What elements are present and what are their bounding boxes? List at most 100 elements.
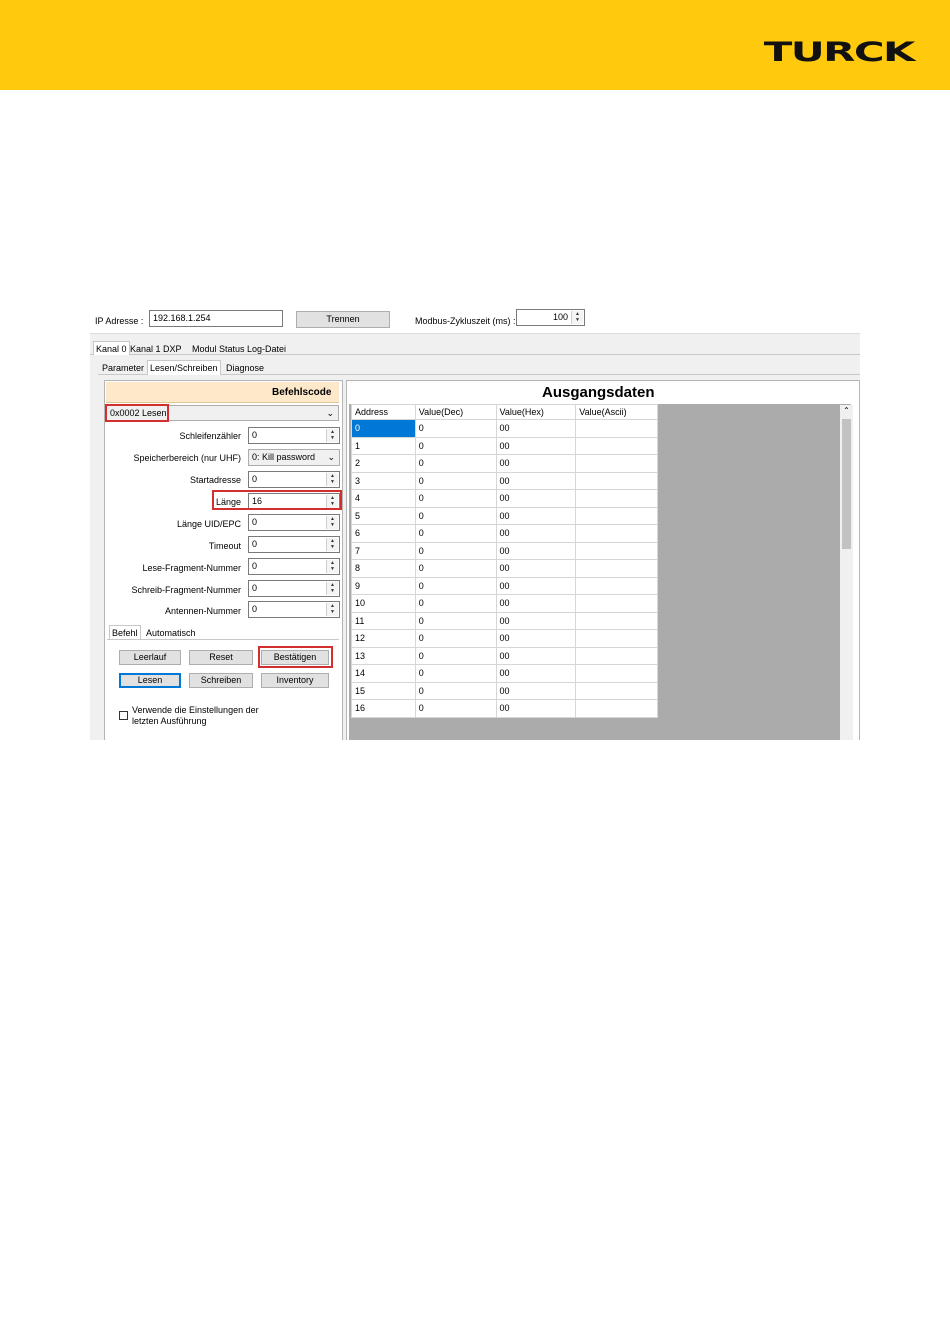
cell-address[interactable]: 3 [351, 471, 416, 490]
table-row[interactable]: 12 0 00 [351, 629, 658, 648]
loop-counter-spinner-icon[interactable]: ▲ ▼ [326, 429, 338, 442]
ip-address-input[interactable]: 192.168.1.254 [149, 310, 283, 327]
cell-ascii[interactable] [575, 664, 658, 683]
tab-kanal-1[interactable]: Kanal 1 [128, 342, 163, 356]
cell-address[interactable]: 4 [351, 489, 416, 508]
write-fragment-input[interactable]: 0 ▲ ▼ [248, 580, 340, 597]
tab-diagnose[interactable]: Diagnose [224, 361, 266, 375]
cell-ascii[interactable] [575, 524, 658, 543]
cell-ascii[interactable] [575, 594, 658, 613]
start-address-input[interactable]: 0 ▲ ▼ [248, 471, 340, 488]
cell-dec[interactable]: 0 [414, 594, 497, 613]
cell-ascii[interactable] [575, 419, 658, 438]
cell-hex[interactable]: 00 [495, 506, 577, 525]
table-row[interactable]: 5 0 00 [351, 506, 658, 525]
tab-modul-status[interactable]: Modul Status [190, 342, 247, 356]
cell-hex[interactable]: 00 [495, 611, 577, 630]
cell-dec[interactable]: 0 [414, 506, 497, 525]
cell-address[interactable]: 1 [351, 436, 416, 455]
table-row[interactable]: 14 0 00 [351, 664, 658, 683]
cell-hex[interactable]: 00 [495, 436, 577, 455]
table-row[interactable]: 4 0 00 [351, 489, 658, 508]
tab-automatisch[interactable]: Automatisch [144, 626, 198, 640]
column-header-hex[interactable]: Value(Hex) [495, 404, 577, 420]
disconnect-button[interactable]: Trennen [296, 311, 390, 328]
tab-log-datei[interactable]: Log-Datei [245, 342, 288, 356]
cell-address[interactable]: 6 [351, 524, 416, 543]
cell-dec[interactable]: 0 [414, 541, 497, 560]
cell-dec[interactable]: 0 [414, 436, 497, 455]
cell-ascii[interactable] [575, 611, 658, 630]
cell-dec[interactable]: 0 [414, 681, 497, 700]
output-data-grid[interactable]: Address Value(Dec) Value(Hex) Value(Asci… [351, 404, 658, 718]
cell-ascii[interactable] [575, 699, 658, 718]
cell-ascii[interactable] [575, 646, 658, 665]
cell-dec[interactable]: 0 [414, 629, 497, 648]
uid-length-spinner-icon[interactable]: ▲ ▼ [326, 516, 338, 529]
table-row[interactable]: 3 0 00 [351, 471, 658, 490]
table-row[interactable]: 9 0 00 [351, 576, 658, 595]
cell-dec[interactable]: 0 [414, 646, 497, 665]
table-row[interactable]: 6 0 00 [351, 524, 658, 543]
cell-address[interactable]: 10 [351, 594, 416, 613]
cell-dec[interactable]: 0 [414, 454, 497, 473]
cell-ascii[interactable] [575, 681, 658, 700]
idle-button[interactable]: Leerlauf [119, 650, 181, 665]
column-header-ascii[interactable]: Value(Ascii) [575, 404, 658, 420]
cell-address[interactable]: 9 [351, 576, 416, 595]
table-row[interactable]: 1 0 00 [351, 436, 658, 455]
cell-address[interactable]: 8 [351, 559, 416, 578]
cell-hex[interactable]: 00 [495, 471, 577, 490]
table-row[interactable]: 2 0 00 [351, 454, 658, 473]
table-row[interactable]: 7 0 00 [351, 541, 658, 560]
write-fragment-spinner-icon[interactable]: ▲ ▼ [326, 582, 338, 595]
cell-dec[interactable]: 0 [414, 524, 497, 543]
cell-hex[interactable]: 00 [495, 664, 577, 683]
cell-dec[interactable]: 0 [414, 576, 497, 595]
cell-hex[interactable]: 00 [495, 629, 577, 648]
reuse-settings-checkbox[interactable] [119, 711, 128, 720]
memory-area-select[interactable]: 0: Kill password ⌄ [248, 449, 340, 466]
read-fragment-spinner-icon[interactable]: ▲ ▼ [326, 560, 338, 573]
column-header-dec[interactable]: Value(Dec) [414, 404, 497, 420]
uid-length-input[interactable]: 0 ▲ ▼ [248, 514, 340, 531]
cell-ascii[interactable] [575, 576, 658, 595]
cell-hex[interactable]: 00 [495, 576, 577, 595]
cell-dec[interactable]: 0 [414, 471, 497, 490]
inventory-button[interactable]: Inventory [261, 673, 329, 688]
scroll-up-icon[interactable]: ⌃ [840, 405, 853, 417]
cell-address[interactable]: 16 [351, 699, 416, 718]
cell-ascii[interactable] [575, 454, 658, 473]
tab-parameter[interactable]: Parameter [100, 361, 146, 375]
cell-hex[interactable]: 00 [495, 489, 577, 508]
table-row[interactable]: 0 0 00 [351, 419, 658, 438]
table-row[interactable]: 16 0 00 [351, 699, 658, 718]
vertical-scrollbar[interactable]: ⌃ [840, 405, 853, 740]
cell-ascii[interactable] [575, 471, 658, 490]
cell-address[interactable]: 7 [351, 541, 416, 560]
cell-address[interactable]: 2 [351, 454, 416, 473]
cycle-spinner-icon[interactable]: ▲ ▼ [571, 311, 583, 324]
table-row[interactable]: 10 0 00 [351, 594, 658, 613]
cell-ascii[interactable] [575, 559, 658, 578]
column-header-address[interactable]: Address [351, 404, 416, 420]
cell-hex[interactable]: 00 [495, 454, 577, 473]
scrollbar-thumb[interactable] [842, 419, 851, 549]
cell-hex[interactable]: 00 [495, 559, 577, 578]
tab-lesen-schreiben[interactable]: Lesen/Schreiben [147, 360, 221, 375]
cell-address[interactable]: 0 [351, 419, 416, 438]
cell-address[interactable]: 12 [351, 629, 416, 648]
write-button[interactable]: Schreiben [189, 673, 253, 688]
cell-dec[interactable]: 0 [414, 489, 497, 508]
cell-dec[interactable]: 0 [414, 611, 497, 630]
antenna-input[interactable]: 0 ▲ ▼ [248, 601, 340, 618]
cycle-time-input[interactable]: 100 ▲ ▼ [516, 309, 585, 326]
cell-address[interactable]: 13 [351, 646, 416, 665]
cell-hex[interactable]: 00 [495, 419, 577, 438]
loop-counter-input[interactable]: 0 ▲ ▼ [248, 427, 340, 444]
cell-hex[interactable]: 00 [495, 541, 577, 560]
read-fragment-input[interactable]: 0 ▲ ▼ [248, 558, 340, 575]
cell-ascii[interactable] [575, 489, 658, 508]
cell-dec[interactable]: 0 [414, 699, 497, 718]
tab-befehl[interactable]: Befehl [109, 625, 141, 639]
